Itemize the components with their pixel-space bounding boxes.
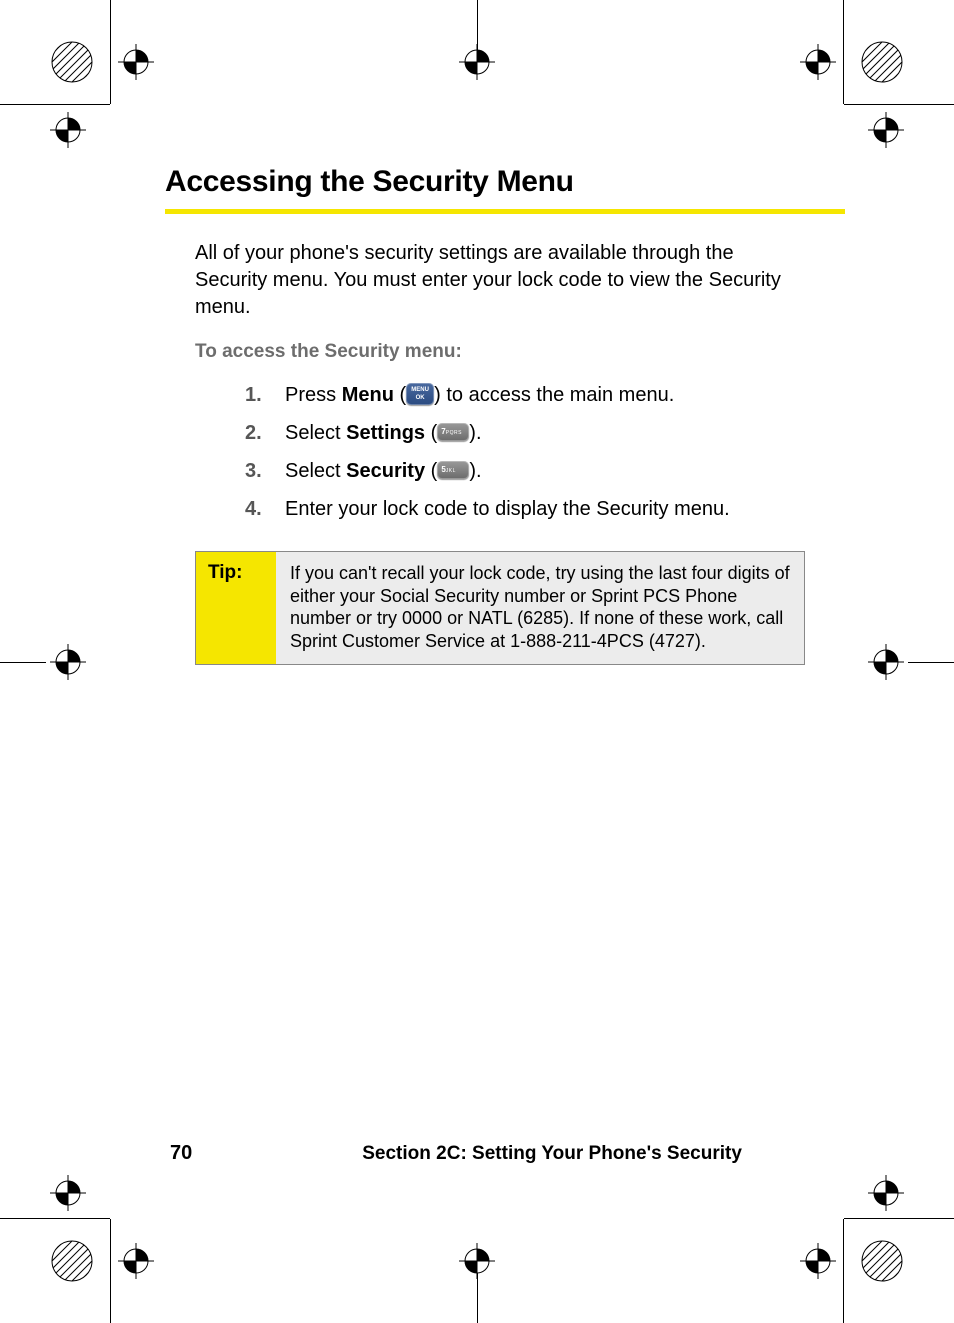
registration-mark-icon xyxy=(459,1243,495,1279)
menu-ok-key-icon: MENUOK xyxy=(406,383,434,405)
registration-mark-icon xyxy=(50,644,86,680)
registration-mark-icon xyxy=(868,644,904,680)
registration-mark-icon xyxy=(800,1243,836,1279)
tip-body: If you can't recall your lock code, try … xyxy=(276,552,804,664)
registration-mark-icon xyxy=(868,112,904,148)
hatch-circle-icon xyxy=(50,40,94,84)
registration-mark-icon xyxy=(118,1243,154,1279)
registration-mark-icon xyxy=(50,112,86,148)
page-footer: 70 Section 2C: Setting Your Phone's Secu… xyxy=(170,1142,840,1165)
hatch-circle-icon xyxy=(860,1239,904,1283)
page-heading: Accessing the Security Menu xyxy=(165,165,845,199)
step-3: Select Security (5JKL). xyxy=(245,457,805,485)
registration-mark-icon xyxy=(800,44,836,80)
step-4: Enter your lock code to display the Secu… xyxy=(245,495,805,523)
registration-mark-icon xyxy=(868,1175,904,1211)
heading-rule xyxy=(165,209,845,214)
registration-mark-icon xyxy=(118,44,154,80)
section-title: Section 2C: Setting Your Phone's Securit… xyxy=(362,1143,742,1165)
subheading: To access the Security menu: xyxy=(195,341,845,363)
tip-label: Tip: xyxy=(196,552,276,664)
hatch-circle-icon xyxy=(860,40,904,84)
page-number: 70 xyxy=(170,1142,192,1165)
registration-mark-icon xyxy=(50,1175,86,1211)
steps-list: Press Menu (MENUOK) to access the main m… xyxy=(245,381,805,523)
key-7-icon: 7PQRS xyxy=(437,423,469,441)
registration-mark-icon xyxy=(459,44,495,80)
step-2: Select Settings (7PQRS). xyxy=(245,419,805,447)
page-content: Accessing the Security Menu All of your … xyxy=(110,100,845,1220)
intro-paragraph: All of your phone's security settings ar… xyxy=(195,240,785,321)
tip-box: Tip: If you can't recall your lock code,… xyxy=(195,551,805,665)
step-1: Press Menu (MENUOK) to access the main m… xyxy=(245,381,805,409)
hatch-circle-icon xyxy=(50,1239,94,1283)
key-5-icon: 5JKL xyxy=(437,461,469,479)
